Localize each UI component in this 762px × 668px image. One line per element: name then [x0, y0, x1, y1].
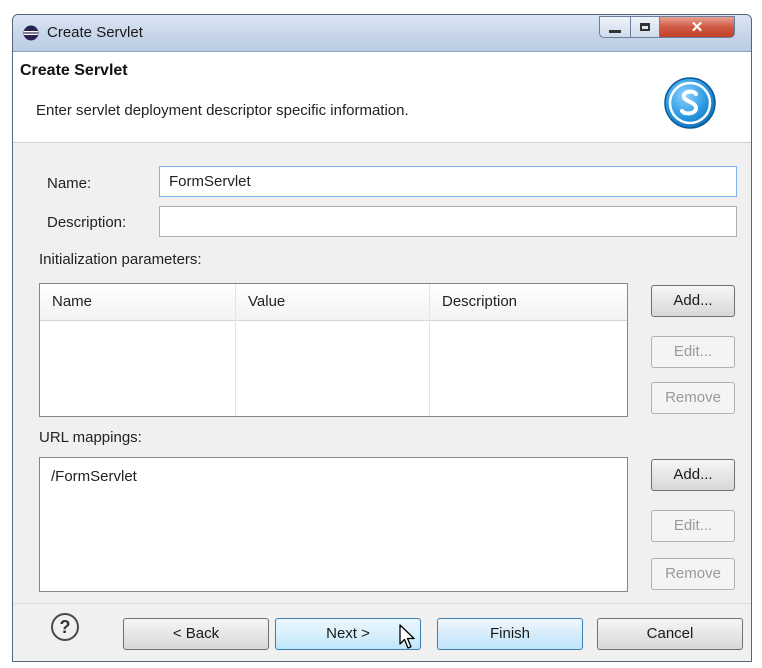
description-label: Description:: [47, 214, 127, 231]
init-params-edit-button[interactable]: Edit...: [651, 336, 735, 368]
close-icon: ✕: [690, 19, 704, 36]
url-mappings-edit-button[interactable]: Edit...: [651, 510, 735, 542]
title-bar[interactable]: Create Servlet ✕: [13, 15, 751, 52]
minimize-icon: [609, 29, 621, 33]
page-description: Enter servlet deployment descriptor spec…: [36, 102, 409, 119]
table-header: Name Value Description: [40, 284, 627, 321]
column-header-value[interactable]: Value: [236, 284, 430, 320]
maximize-icon: [640, 23, 650, 31]
url-mappings-label: URL mappings:: [39, 429, 142, 446]
finish-button[interactable]: Finish: [437, 618, 583, 650]
minimize-button[interactable]: [599, 16, 631, 38]
init-params-table[interactable]: Name Value Description: [39, 283, 628, 417]
list-item[interactable]: /FormServlet: [51, 468, 137, 485]
servlet-logo-icon: [664, 77, 716, 129]
help-icon[interactable]: ?: [51, 613, 79, 641]
url-mappings-list[interactable]: /FormServlet: [39, 457, 628, 592]
column-header-name[interactable]: Name: [40, 284, 236, 320]
page-title: Create Servlet: [20, 62, 128, 79]
init-params-add-button[interactable]: Add...: [651, 285, 735, 317]
url-mappings-add-button[interactable]: Add...: [651, 459, 735, 491]
button-bar: ? < Back Next > Finish Cancel: [13, 603, 751, 661]
description-field[interactable]: [159, 206, 737, 237]
create-servlet-dialog: Create Servlet ✕ Create Servlet Enter se…: [12, 14, 752, 662]
column-divider: [429, 284, 430, 416]
init-params-remove-button[interactable]: Remove: [651, 382, 735, 414]
name-field[interactable]: FormServlet: [159, 166, 737, 197]
column-header-description[interactable]: Description: [430, 284, 627, 320]
mouse-cursor-icon: [399, 624, 415, 649]
cancel-button[interactable]: Cancel: [597, 618, 743, 650]
window-title: Create Servlet: [47, 24, 143, 41]
eclipse-icon: [23, 25, 39, 41]
init-params-label: Initialization parameters:: [39, 251, 202, 268]
close-button[interactable]: ✕: [659, 16, 735, 38]
maximize-button[interactable]: [630, 16, 660, 38]
back-button[interactable]: < Back: [123, 618, 269, 650]
name-label: Name:: [47, 175, 92, 192]
wizard-header: Create Servlet Enter servlet deployment …: [13, 52, 751, 143]
column-divider: [235, 284, 236, 416]
url-mappings-remove-button[interactable]: Remove: [651, 558, 735, 590]
